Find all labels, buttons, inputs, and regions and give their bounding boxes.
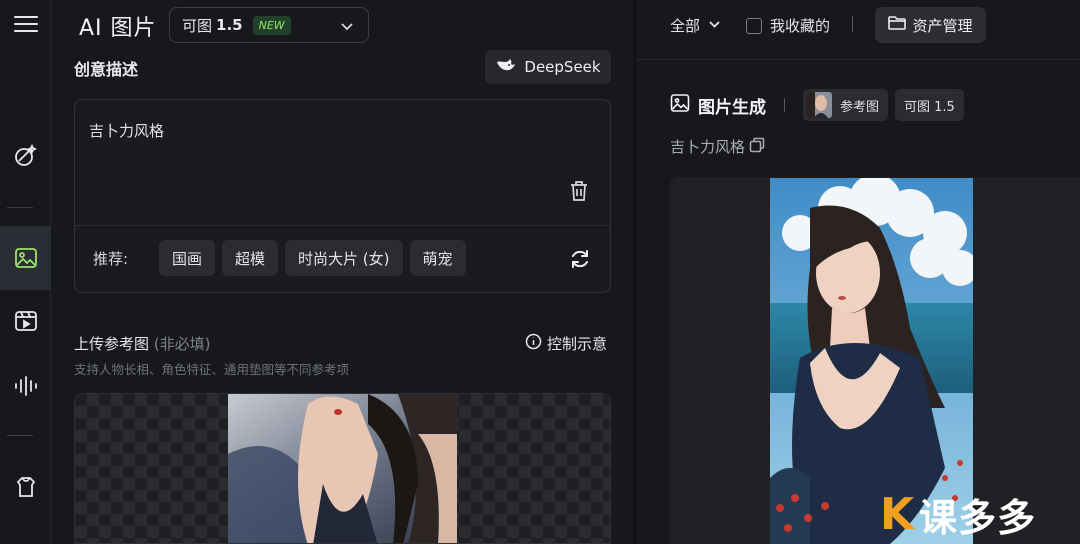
assets-label: 资产管理	[912, 16, 973, 35]
shirt-icon[interactable]	[0, 467, 51, 507]
image-nav-icon[interactable]	[0, 226, 51, 290]
creative-title: 创意描述	[74, 60, 139, 79]
image-icon	[670, 93, 690, 117]
asset-management-button[interactable]: 资产管理	[875, 7, 986, 43]
prompt-input[interactable]: 吉卜力风格	[89, 120, 164, 141]
filter-all-dropdown[interactable]: 全部	[670, 15, 721, 36]
reference-tag-label: 参考图	[840, 99, 880, 115]
deepseek-label: DeepSeek	[524, 58, 601, 76]
generation-header: 图片生成 参考图 可图 1.5	[670, 89, 971, 121]
chip-guohua[interactable]: 国画	[159, 240, 216, 276]
recommend-label: 推荐:	[93, 250, 129, 268]
watermark-text: 课多多	[919, 496, 1037, 540]
folder-icon	[888, 15, 907, 35]
menu-icon[interactable]	[0, 4, 51, 44]
reference-thumbnail	[806, 92, 832, 118]
control-label: 控制示意	[547, 335, 608, 353]
info-icon	[525, 333, 542, 354]
results-topbar: 全部 我收藏的 资产管理	[636, 0, 1080, 60]
optional-label: (非必填)	[153, 335, 211, 353]
chip-supermodel[interactable]: 超模	[222, 240, 279, 276]
copy-icon[interactable]	[749, 137, 765, 157]
chevron-down-icon	[340, 19, 354, 37]
reference-upload-area[interactable]	[74, 393, 611, 544]
generation-prompt-text: 吉卜力风格	[670, 138, 746, 156]
model-tag: 可图 1.5	[895, 89, 964, 121]
generation-title: 图片生成	[698, 97, 766, 118]
video-nav-icon[interactable]	[0, 301, 51, 341]
rail-divider	[7, 435, 33, 436]
upload-hint: 支持人物长相、角色特征、通用垫图等不同参考项	[74, 362, 350, 377]
whale-icon	[495, 57, 517, 77]
app-title: AI 图片	[79, 16, 157, 41]
favorites-filter[interactable]: 我收藏的	[746, 15, 830, 36]
prompt-box[interactable]: 吉卜力风格 推荐: 国画 超模 时尚大片 (女) 萌宠	[74, 99, 611, 293]
chevron-down-icon	[708, 17, 721, 35]
magic-wand-icon[interactable]	[0, 136, 51, 176]
left-rail	[0, 0, 51, 544]
watermark-logo: K 课多多	[880, 487, 1036, 542]
prompt-divider	[75, 225, 610, 226]
rail-divider	[7, 207, 33, 208]
model-name: 可图	[182, 16, 213, 35]
chip-fashion[interactable]: 时尚大片 (女)	[285, 240, 403, 276]
favorites-checkbox[interactable]	[746, 17, 762, 34]
model-select[interactable]: 可图 1.5 NEW	[169, 7, 369, 43]
results-panel: 全部 我收藏的 资产管理 图片生成 参考图 可图 1.5 吉卜力风格	[636, 0, 1080, 544]
recommend-chips: 国画 超模 时尚大片 (女) 萌宠	[159, 240, 466, 276]
control-demo-link[interactable]: 控制示意	[525, 333, 607, 354]
topbar-separator	[852, 16, 853, 32]
trash-icon[interactable]	[569, 180, 589, 206]
generation-prompt: 吉卜力风格	[670, 136, 765, 157]
deepseek-button[interactable]: DeepSeek	[485, 50, 611, 84]
reference-tag[interactable]: 参考图	[803, 89, 889, 121]
new-badge: NEW	[252, 15, 291, 35]
audio-nav-icon[interactable]	[0, 366, 51, 406]
upload-title: 上传参考图 (非必填)	[74, 335, 211, 353]
generation-separator	[784, 98, 785, 112]
favorites-label: 我收藏的	[770, 17, 831, 35]
refresh-icon[interactable]	[569, 248, 591, 274]
chip-pet[interactable]: 萌宠	[409, 240, 466, 276]
k-logo-icon: K	[880, 489, 916, 540]
create-panel: AI 图片 可图 1.5 NEW 创意描述 DeepSeek 吉卜力风格 推荐:…	[52, 0, 634, 544]
panel-header: AI 图片 可图 1.5 NEW	[52, 0, 634, 48]
model-version: 1.5	[216, 16, 243, 34]
reference-image	[228, 394, 457, 543]
filter-all-label: 全部	[670, 17, 701, 35]
